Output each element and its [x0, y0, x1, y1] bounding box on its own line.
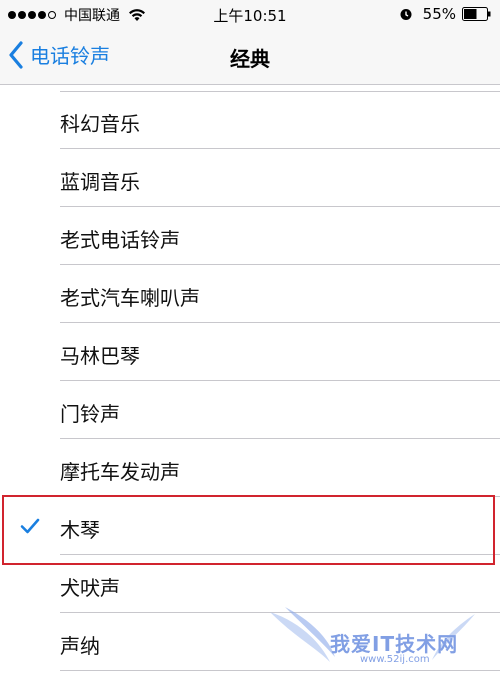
list-item[interactable]: 声纳: [0, 613, 500, 671]
battery-percent: 55%: [422, 5, 456, 23]
list-item-label: 木琴: [60, 518, 100, 542]
list-item[interactable]: 老式电话铃声: [0, 207, 500, 265]
divider: [60, 670, 500, 671]
list-item-label: 老式汽车喇叭声: [60, 286, 200, 310]
list-item[interactable]: 蓝调音乐: [0, 149, 500, 207]
alarm-icon: [400, 9, 412, 20]
list-item-label: 声纳: [60, 634, 100, 658]
status-bar: 中国联通 上午10:51 55%: [0, 0, 500, 30]
status-right: 55%: [399, 5, 492, 23]
list-item[interactable]: 犬吠声: [0, 555, 500, 613]
list-item[interactable]: 马林巴琴: [0, 323, 500, 381]
list-item-label: 马林巴琴: [60, 344, 140, 368]
navigation-bar: 电话铃声 经典: [0, 30, 500, 85]
screen: 中国联通 上午10:51 55% 电话铃声 经典 科幻音乐 蓝调音乐 老式电话铃…: [0, 0, 500, 680]
list-item-label: 蓝调音乐: [60, 170, 140, 194]
list-item-selected[interactable]: 木琴: [0, 497, 500, 555]
battery-icon: [462, 7, 491, 21]
list-item[interactable]: 科幻音乐: [0, 91, 500, 149]
list-item[interactable]: 门铃声: [0, 381, 500, 439]
list-item-label: 老式电话铃声: [60, 228, 180, 252]
list-item[interactable]: 老式汽车喇叭声: [0, 265, 500, 323]
ringtone-list: 科幻音乐 蓝调音乐 老式电话铃声 老式汽车喇叭声 马林巴琴 门铃声 摩托车发动声: [0, 85, 500, 680]
page-title: 经典: [230, 47, 270, 71]
checkmark-icon: [20, 518, 40, 534]
list-item-label: 门铃声: [60, 402, 120, 426]
list-item[interactable]: 摩托车发动声: [0, 439, 500, 497]
list-item-label: 科幻音乐: [60, 112, 140, 136]
list-item-label: 摩托车发动声: [60, 460, 180, 484]
list-item-label: 犬吠声: [60, 576, 120, 600]
